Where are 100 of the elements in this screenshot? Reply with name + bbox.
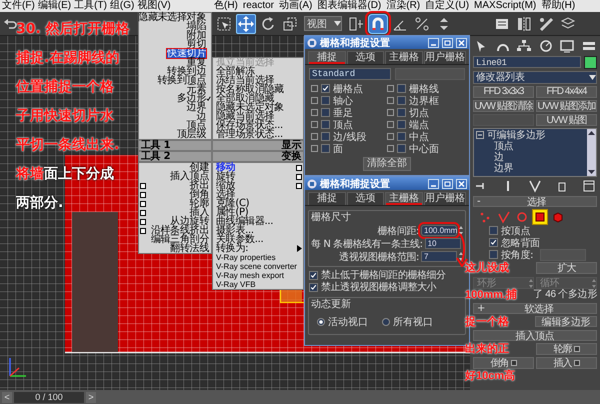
tab[interactable]: 主栅格 [385, 51, 424, 64]
menu-item[interactable]: 移动 [213, 163, 295, 172]
panel-button[interactable]: 轮廓 [536, 343, 597, 355]
spinner-icon[interactable] [459, 252, 463, 261]
menu-item[interactable]: 冻结当前选择 [213, 76, 303, 85]
menu-item[interactable]: 隐藏未选定对象 [213, 103, 303, 112]
options-box-icon[interactable] [140, 200, 146, 206]
menu-item[interactable]: 属性(P) [213, 208, 295, 217]
panel-button[interactable]: 插入 [536, 357, 597, 369]
input-field[interactable]: 7 [421, 251, 457, 262]
panel-button[interactable]: 插入顶点 [473, 330, 597, 341]
options-box-icon[interactable] [140, 218, 146, 224]
options-box-icon[interactable] [140, 182, 146, 188]
undo-icon[interactable] [3, 16, 17, 30]
tab[interactable]: 用户栅格 [424, 192, 466, 205]
maximize-icon[interactable] [442, 178, 453, 188]
menu-item[interactable]: reactor [242, 0, 274, 12]
angle-field[interactable] [540, 248, 586, 261]
close-icon[interactable] [456, 178, 467, 188]
menu-item[interactable]: 管理场景状态... [213, 130, 303, 139]
tab[interactable]: 主栅格 [385, 192, 424, 205]
menu-item[interactable]: V-Ray properties [213, 253, 295, 262]
rollout-header[interactable]: - 选择 [473, 196, 597, 208]
checkbox[interactable] [321, 120, 330, 129]
modifier-dropdown[interactable]: 修改器列表 [473, 70, 597, 84]
magnet-icon[interactable] [368, 14, 388, 34]
menu-item[interactable]: 色(H) [214, 0, 238, 12]
radio-button[interactable] [382, 318, 390, 326]
menu-item[interactable]: 全部解冻 [213, 67, 303, 76]
menu-item[interactable]: 编辑(E) [38, 0, 72, 12]
rollout-header[interactable]: 编辑多边形 [535, 316, 597, 327]
menu-item[interactable]: 旋转 [213, 172, 295, 181]
checkbox[interactable] [489, 238, 498, 248]
panel-button[interactable]: UVW 贴图清除 [473, 100, 534, 112]
menu-item[interactable]: 工具(T) [74, 0, 107, 12]
checkbox[interactable] [309, 270, 318, 280]
checkbox[interactable] [397, 108, 406, 117]
checkbox[interactable] [321, 144, 330, 153]
menu-item[interactable]: 摄影表... [213, 226, 295, 235]
clear-all-button[interactable]: 清除全部 [363, 157, 411, 171]
menu-item[interactable]: 曲线编辑器... [213, 217, 295, 226]
menu-item[interactable]: V-Ray scene converter [213, 262, 298, 271]
radio-button[interactable] [317, 318, 325, 326]
scroll-up-icon[interactable] [587, 128, 596, 137]
menu-item[interactable]: 选择 [213, 190, 295, 199]
checkbox[interactable] [397, 120, 406, 129]
stack-item[interactable]: 可编辑多边形 [487, 128, 546, 142]
menu-item[interactable]: 顶点 [186, 121, 206, 130]
menu-item[interactable]: 隐藏未选择对象 [138, 13, 206, 22]
checkbox[interactable] [397, 132, 406, 141]
panel-button[interactable]: FFD 3x3x3 [473, 86, 534, 98]
menu-item[interactable]: 图表编辑器(D) [317, 0, 382, 12]
menu-item[interactable]: 轮廓 [147, 199, 211, 208]
checkbox[interactable] [489, 226, 498, 236]
hierarchy-icon[interactable] [516, 38, 532, 53]
menu-item[interactable]: 边界 [186, 103, 206, 112]
frame-counter[interactable]: 0 / 100 [14, 392, 84, 402]
menu-item[interactable]: 保存场景状态... [213, 121, 303, 130]
menu-item[interactable]: 边 [196, 112, 206, 121]
menu-item[interactable]: 从边旋转 [147, 217, 211, 226]
checkbox[interactable] [309, 282, 318, 292]
menu-item[interactable]: MAXScript(M) [474, 0, 536, 12]
menu-item[interactable]: 转换为: [213, 244, 295, 253]
next-frame-button[interactable]: > [86, 392, 96, 402]
panel-button[interactable]: UVW 贴图添加 [536, 100, 597, 112]
input-field[interactable]: 10 [424, 238, 461, 249]
scrollbar[interactable] [587, 128, 596, 176]
checkbox[interactable] [397, 144, 406, 153]
menu-item[interactable]: 挤出 [147, 181, 211, 190]
checkbox[interactable] [321, 108, 330, 117]
menu-item[interactable]: 多边形 [176, 94, 206, 103]
menu-item[interactable]: 编辑三角剖分 [147, 235, 211, 244]
menu-item[interactable]: 顶层级 [176, 130, 206, 139]
panel-button[interactable]: FFD 4x4x4 [536, 86, 597, 98]
scroll-down-icon[interactable] [587, 168, 596, 176]
tab[interactable]: 选项 [346, 51, 384, 64]
menu-item[interactable]: 翻转法线 [147, 244, 211, 253]
checkbox[interactable] [321, 132, 330, 141]
config-icon[interactable] [581, 179, 597, 194]
menu-item[interactable]: 转换到顶点 [157, 76, 206, 85]
options-box-icon[interactable] [140, 228, 146, 234]
menu-item[interactable]: 插入 [147, 208, 211, 217]
previous-frame-button[interactable]: < [2, 392, 12, 402]
panel-button[interactable]: 扩大 [536, 262, 597, 274]
view-dropdown[interactable]: 视图 [304, 16, 342, 31]
input-field[interactable]: 100.0mm [421, 225, 457, 236]
move-icon[interactable] [236, 14, 256, 34]
polygon-icon[interactable] [533, 210, 547, 224]
options-box-icon[interactable] [140, 192, 146, 198]
spinner-icon[interactable] [459, 226, 463, 235]
circle-icon[interactable] [538, 38, 554, 53]
menu-item[interactable]: 视图(V) [137, 0, 171, 12]
tab[interactable]: 捕捉 [308, 192, 346, 205]
checkbox[interactable] [321, 84, 330, 93]
color-swatch[interactable] [584, 56, 597, 69]
minimize-icon[interactable] [428, 178, 439, 188]
menu-item[interactable]: 帮助(H) [541, 0, 576, 12]
menu-item[interactable]: 沿样条线挤出 [147, 226, 211, 235]
menu-item[interactable]: 克隆(C) [213, 199, 295, 208]
menu-item[interactable]: 插入顶点 [147, 172, 211, 181]
